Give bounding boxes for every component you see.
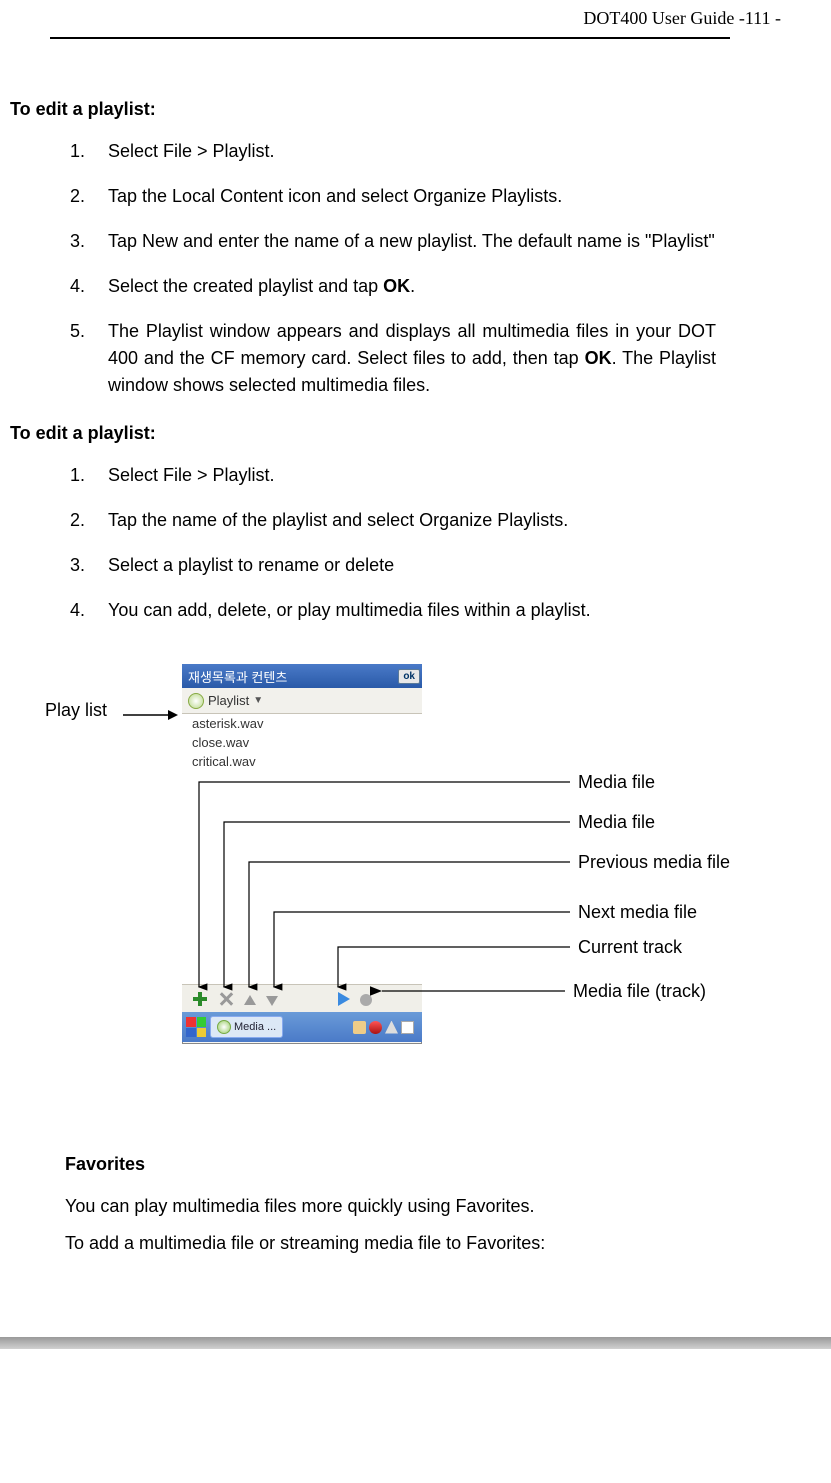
list-text-bold: OK xyxy=(383,276,410,296)
system-tray xyxy=(353,1021,418,1034)
file-item[interactable]: critical.wav xyxy=(182,752,422,771)
list-item: 3. Tap New and enter the name of a new p… xyxy=(10,228,781,255)
callout-label: Media file xyxy=(578,772,655,793)
playlist-dropdown-label: Playlist xyxy=(208,693,249,708)
chevron-down-icon: ▼ xyxy=(253,695,263,706)
playlist-left-label: Play list xyxy=(45,700,107,721)
taskbar-app-label: Media ... xyxy=(234,1021,276,1033)
list-number: 2. xyxy=(70,507,98,534)
tray-icon[interactable] xyxy=(401,1021,414,1034)
delete-icon[interactable] xyxy=(218,991,234,1007)
list-text: The Playlist window appears and displays… xyxy=(108,318,781,399)
list-text-bold: OK xyxy=(585,348,612,368)
stop-icon[interactable] xyxy=(360,994,372,1006)
list-number: 1. xyxy=(70,138,98,165)
callout-label: Next media file xyxy=(578,902,697,923)
list-item: 4. You can add, delete, or play multimed… xyxy=(10,597,781,624)
window-title: 재생목록과 컨텐츠 xyxy=(184,667,287,686)
list-text: Select File > Playlist. xyxy=(108,138,781,165)
media-icon xyxy=(217,1020,231,1034)
header-text: DOT400 User Guide -111 - xyxy=(583,8,781,28)
move-up-icon[interactable] xyxy=(244,995,256,1005)
section2-title: To edit a playlist: xyxy=(10,423,781,444)
list-text-pre: Select the created playlist and tap xyxy=(108,276,383,296)
favorites-paragraph: To add a multimedia file or streaming me… xyxy=(65,1230,676,1257)
move-down-icon[interactable] xyxy=(266,996,278,1006)
list-item: 1. Select File > Playlist. xyxy=(10,138,781,165)
list-number: 3. xyxy=(70,552,98,579)
list-number: 5. xyxy=(70,318,98,399)
list-text: Tap the Local Content icon and select Or… xyxy=(108,183,781,210)
callout-label: Current track xyxy=(578,937,682,958)
favorites-title: Favorites xyxy=(65,1154,676,1175)
list-item: 2. Tap the name of the playlist and sele… xyxy=(10,507,781,534)
file-list: asterisk.wav close.wav critical.wav xyxy=(182,714,422,984)
section1-title: To edit a playlist: xyxy=(10,99,781,120)
arrow-right-icon xyxy=(123,709,178,721)
playlist-window: 재생목록과 컨텐츠 ok Playlist ▼ asterisk.wav clo… xyxy=(182,664,422,1044)
list-item: 3. Select a playlist to rename or delete xyxy=(10,552,781,579)
playlist-dropdown[interactable]: Playlist ▼ xyxy=(182,688,422,714)
list-number: 3. xyxy=(70,228,98,255)
add-icon[interactable] xyxy=(192,991,208,1007)
list-number: 1. xyxy=(70,462,98,489)
footer-bar xyxy=(0,1337,831,1349)
list-text: Tap New and enter the name of a new play… xyxy=(108,228,781,255)
bottom-toolbar xyxy=(182,984,422,1012)
file-item[interactable]: close.wav xyxy=(182,733,422,752)
header-rule xyxy=(50,37,730,39)
file-item[interactable]: asterisk.wav xyxy=(182,714,422,733)
list-text: Tap the name of the playlist and select … xyxy=(108,507,781,534)
figure-area: Play list 재생목록과 컨텐츠 ok Playlist ▼ xyxy=(10,664,780,1084)
list-item: 4. Select the created playlist and tap O… xyxy=(10,273,781,300)
list-number: 4. xyxy=(70,273,98,300)
tray-icon[interactable] xyxy=(353,1021,366,1034)
start-icon[interactable] xyxy=(186,1017,206,1037)
list-item: 1. Select File > Playlist. xyxy=(10,462,781,489)
playlist-icon xyxy=(188,693,204,709)
taskbar-app[interactable]: Media ... xyxy=(210,1016,283,1038)
list-number: 4. xyxy=(70,597,98,624)
list-number: 2. xyxy=(70,183,98,210)
page: DOT400 User Guide -111 - To edit a playl… xyxy=(0,0,831,1297)
window-titlebar: 재생목록과 컨텐츠 ok xyxy=(182,664,422,688)
list-text: Select File > Playlist. xyxy=(108,462,781,489)
list-text-post: . xyxy=(410,276,415,296)
tray-icon[interactable] xyxy=(369,1021,382,1034)
play-icon[interactable] xyxy=(338,992,350,1006)
content: To edit a playlist: 1. Select File > Pla… xyxy=(10,99,781,1257)
favorites-paragraph: You can play multimedia files more quick… xyxy=(65,1193,676,1220)
list-text: Select a playlist to rename or delete xyxy=(108,552,781,579)
favorites-section: Favorites You can play multimedia files … xyxy=(10,1154,781,1257)
ok-button[interactable]: ok xyxy=(398,669,420,684)
list-item: 2. Tap the Local Content icon and select… xyxy=(10,183,781,210)
page-header: DOT400 User Guide -111 - xyxy=(10,8,781,29)
list-item: 5. The Playlist window appears and displ… xyxy=(10,318,781,399)
callout-label: Media file xyxy=(578,812,655,833)
list-text: You can add, delete, or play multimedia … xyxy=(108,597,781,624)
callout-label: Media file (track) xyxy=(573,981,706,1002)
section2-list: 1. Select File > Playlist. 2. Tap the na… xyxy=(10,462,781,624)
list-text: Select the created playlist and tap OK. xyxy=(108,273,781,300)
tray-icon[interactable] xyxy=(385,1021,398,1034)
taskbar: Media ... xyxy=(182,1012,422,1042)
section1-list: 1. Select File > Playlist. 2. Tap the Lo… xyxy=(10,138,781,399)
callout-label: Previous media file xyxy=(578,852,730,873)
